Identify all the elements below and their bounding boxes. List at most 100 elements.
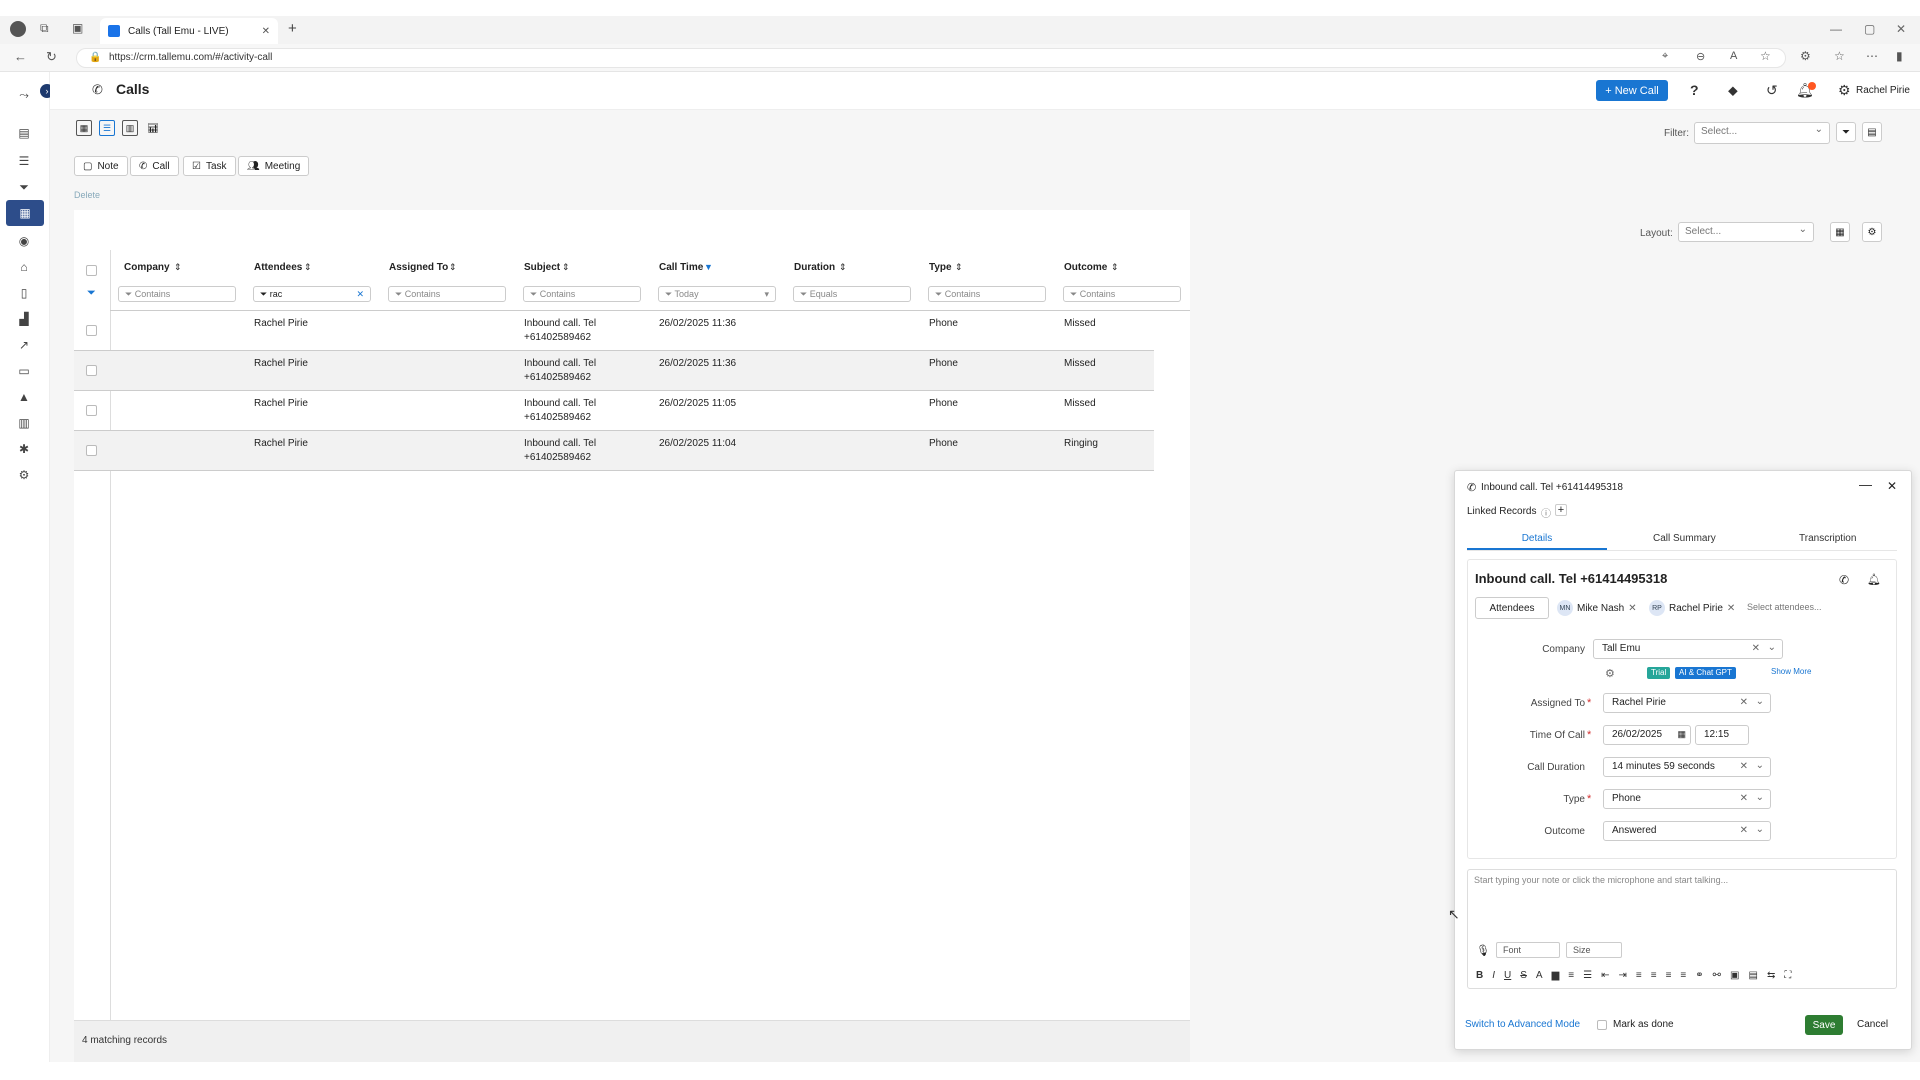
row-checkbox[interactable]	[86, 325, 97, 336]
sidebar-item-reports-icon[interactable]: ▤	[14, 124, 34, 142]
calendar-view-icon[interactable]: ▦	[76, 120, 92, 136]
company-filter-input[interactable]: ⏷ Contains	[118, 286, 236, 302]
tab-call-summary[interactable]: Call Summary	[1653, 533, 1716, 544]
select-attendees-input[interactable]: Select attendees...	[1747, 602, 1822, 612]
link-icon[interactable]: ⚭	[1695, 970, 1703, 981]
favorite-star-icon[interactable]: ☆	[1760, 49, 1771, 63]
add-linked-record-icon[interactable]: +	[1555, 504, 1567, 516]
clear-filter-icon[interactable]: ✕	[356, 289, 364, 300]
delete-link[interactable]: Delete	[74, 190, 100, 200]
duration-filter-input[interactable]: ⏷ Equals	[793, 286, 911, 302]
table-row[interactable]: Rachel Pirie Inbound call. Tel +61402589…	[74, 391, 1154, 431]
column-header-assigned-to[interactable]: Assigned To	[389, 262, 448, 273]
sidebar-item-list-icon[interactable]: ☰	[14, 152, 34, 170]
reminder-bell-icon[interactable]: 🔔︎	[1867, 573, 1881, 586]
table-row[interactable]: Rachel Pirie Inbound call. Tel +61402589…	[74, 431, 1154, 471]
sidebar-item-settings-icon[interactable]: ⚙	[14, 466, 34, 484]
sidebar-item-integrations-icon[interactable]: ✱	[14, 440, 34, 458]
advanced-mode-link[interactable]: Switch to Advanced Mode	[1465, 1019, 1580, 1030]
board-view-icon[interactable]: ▥	[122, 120, 138, 136]
remove-attendee-icon[interactable]: ✕	[1727, 603, 1735, 614]
sort-icon[interactable]: ⇕	[839, 262, 847, 273]
call-button[interactable]: ✆ Call	[130, 156, 179, 176]
note-editor[interactable]: Start typing your note or click the micr…	[1467, 869, 1897, 989]
sort-icon[interactable]: ⇕	[174, 262, 182, 273]
image-icon[interactable]: ▣	[1730, 970, 1739, 981]
tab-actions-icon[interactable]: ▣	[72, 21, 83, 35]
sort-icon[interactable]: ⇕	[562, 262, 570, 273]
attendees-label[interactable]: Attendees	[1475, 597, 1549, 619]
browser-tab[interactable]: Calls (Tall Emu - LIVE) ✕	[100, 18, 278, 44]
tab-details[interactable]: Details	[1467, 533, 1607, 550]
company-select[interactable]: Tall Emu ✕ ⌄	[1593, 639, 1783, 659]
outcome-select[interactable]: Answered ✕ ⌄	[1603, 821, 1771, 841]
underline-icon[interactable]: U	[1504, 970, 1511, 981]
sidebar-item-training-icon[interactable]: ▲	[14, 388, 34, 406]
assigned-to-select[interactable]: Rachel Pirie ✕ ⌄	[1603, 693, 1771, 713]
sidebar-item-building-icon[interactable]: ⌂	[14, 258, 34, 276]
save-button[interactable]: Save	[1805, 1015, 1843, 1035]
strikethrough-icon[interactable]: S	[1520, 970, 1527, 981]
tab-transcription[interactable]: Transcription	[1799, 533, 1856, 544]
new-tab-button[interactable]: +	[288, 20, 297, 37]
justify-icon[interactable]: ≡	[1680, 970, 1686, 981]
outcome-filter-input[interactable]: ⏷ Contains	[1063, 286, 1181, 302]
outdent-icon[interactable]: ⇤	[1601, 970, 1609, 981]
zoom-icon[interactable]: ⊖	[1696, 50, 1705, 63]
grid-settings-icon[interactable]: ⚙	[1862, 222, 1882, 242]
columns-config-icon[interactable]: ▦	[1830, 222, 1850, 242]
task-button[interactable]: ☑ Task	[183, 156, 236, 176]
fullscreen-icon[interactable]: ⛶	[1784, 970, 1791, 981]
table-row[interactable]: Rachel Pirie Inbound call. Tel +61402589…	[74, 311, 1154, 351]
note-button[interactable]: ▢ Note	[74, 156, 128, 176]
sidebar-item-activities-icon[interactable]: ▦	[6, 200, 44, 226]
indent-icon[interactable]: ⇥	[1619, 970, 1627, 981]
filter-select[interactable]: Select...	[1694, 122, 1830, 144]
assigned-filter-input[interactable]: ⏷ Contains	[388, 286, 506, 302]
read-aloud-icon[interactable]: A	[1730, 50, 1737, 62]
location-icon[interactable]: ⌖	[1662, 50, 1668, 63]
align-left-icon[interactable]: ≡	[1636, 970, 1642, 981]
profile-avatar[interactable]	[10, 21, 26, 37]
clear-icon[interactable]: ✕	[1752, 643, 1760, 654]
minimize-dialog-icon[interactable]: —	[1859, 477, 1872, 492]
sidebar-item-factory-icon[interactable]: ▟	[14, 310, 34, 328]
unlink-icon[interactable]: ⚯	[1713, 970, 1721, 981]
row-checkbox[interactable]	[86, 445, 97, 456]
sort-desc-icon[interactable]: ▼	[704, 262, 713, 272]
type-select[interactable]: Phone ✕ ⌄	[1603, 789, 1771, 809]
attendees-filter-input[interactable]: ⏷ rac ✕	[253, 286, 371, 302]
back-icon[interactable]: ←	[14, 49, 27, 64]
close-dialog-icon[interactable]: ✕	[1887, 479, 1897, 493]
company-link-icon[interactable]: ⚙	[1605, 667, 1615, 680]
clear-icon[interactable]: ✕	[1740, 825, 1748, 836]
sidebar-item-filter-icon[interactable]: ⏷	[14, 178, 34, 196]
call-back-icon[interactable]: ✆	[1839, 573, 1849, 587]
sidebar-item-chart-icon[interactable]: ↗	[14, 336, 34, 354]
reload-icon[interactable]: ↻	[46, 49, 57, 65]
mark-done-checkbox[interactable]	[1597, 1020, 1607, 1030]
subject-filter-input[interactable]: ⏷ Contains	[523, 286, 641, 302]
close-tab-icon[interactable]: ✕	[262, 26, 270, 37]
bullet-list-icon[interactable]: ☰	[1583, 970, 1592, 981]
sidebar-item-clipboard-icon[interactable]: ▭	[14, 362, 34, 380]
show-more-link[interactable]: Show More	[1771, 667, 1811, 676]
user-name[interactable]: Rachel Pirie	[1856, 85, 1910, 96]
remove-attendee-icon[interactable]: ✕	[1628, 603, 1636, 614]
help-icon[interactable]: ?	[1690, 82, 1699, 98]
bold-icon[interactable]: B	[1476, 970, 1483, 981]
sidebar-item-document-icon[interactable]: ▯	[14, 284, 34, 302]
call-duration-select[interactable]: 14 minutes 59 seconds ✕ ⌄	[1603, 757, 1771, 777]
time-input[interactable]: 12:15	[1695, 725, 1749, 745]
text-color-icon[interactable]: A	[1536, 970, 1543, 981]
type-filter-input[interactable]: ⏷ Contains	[928, 286, 1046, 302]
column-header-outcome[interactable]: Outcome	[1064, 262, 1107, 273]
workspaces-icon[interactable]: ⧉	[40, 21, 49, 36]
filter-funnel-icon[interactable]: ⏷	[1836, 122, 1856, 142]
clear-icon[interactable]: ✕	[1740, 761, 1748, 772]
sort-icon[interactable]: ⇕	[955, 262, 963, 273]
column-header-subject[interactable]: Subject	[524, 262, 560, 273]
sidebar-item-globe-icon[interactable]: ◉	[14, 232, 34, 250]
ordered-list-icon[interactable]: ≡	[1568, 970, 1574, 981]
layout-select[interactable]: Select...	[1678, 222, 1814, 242]
